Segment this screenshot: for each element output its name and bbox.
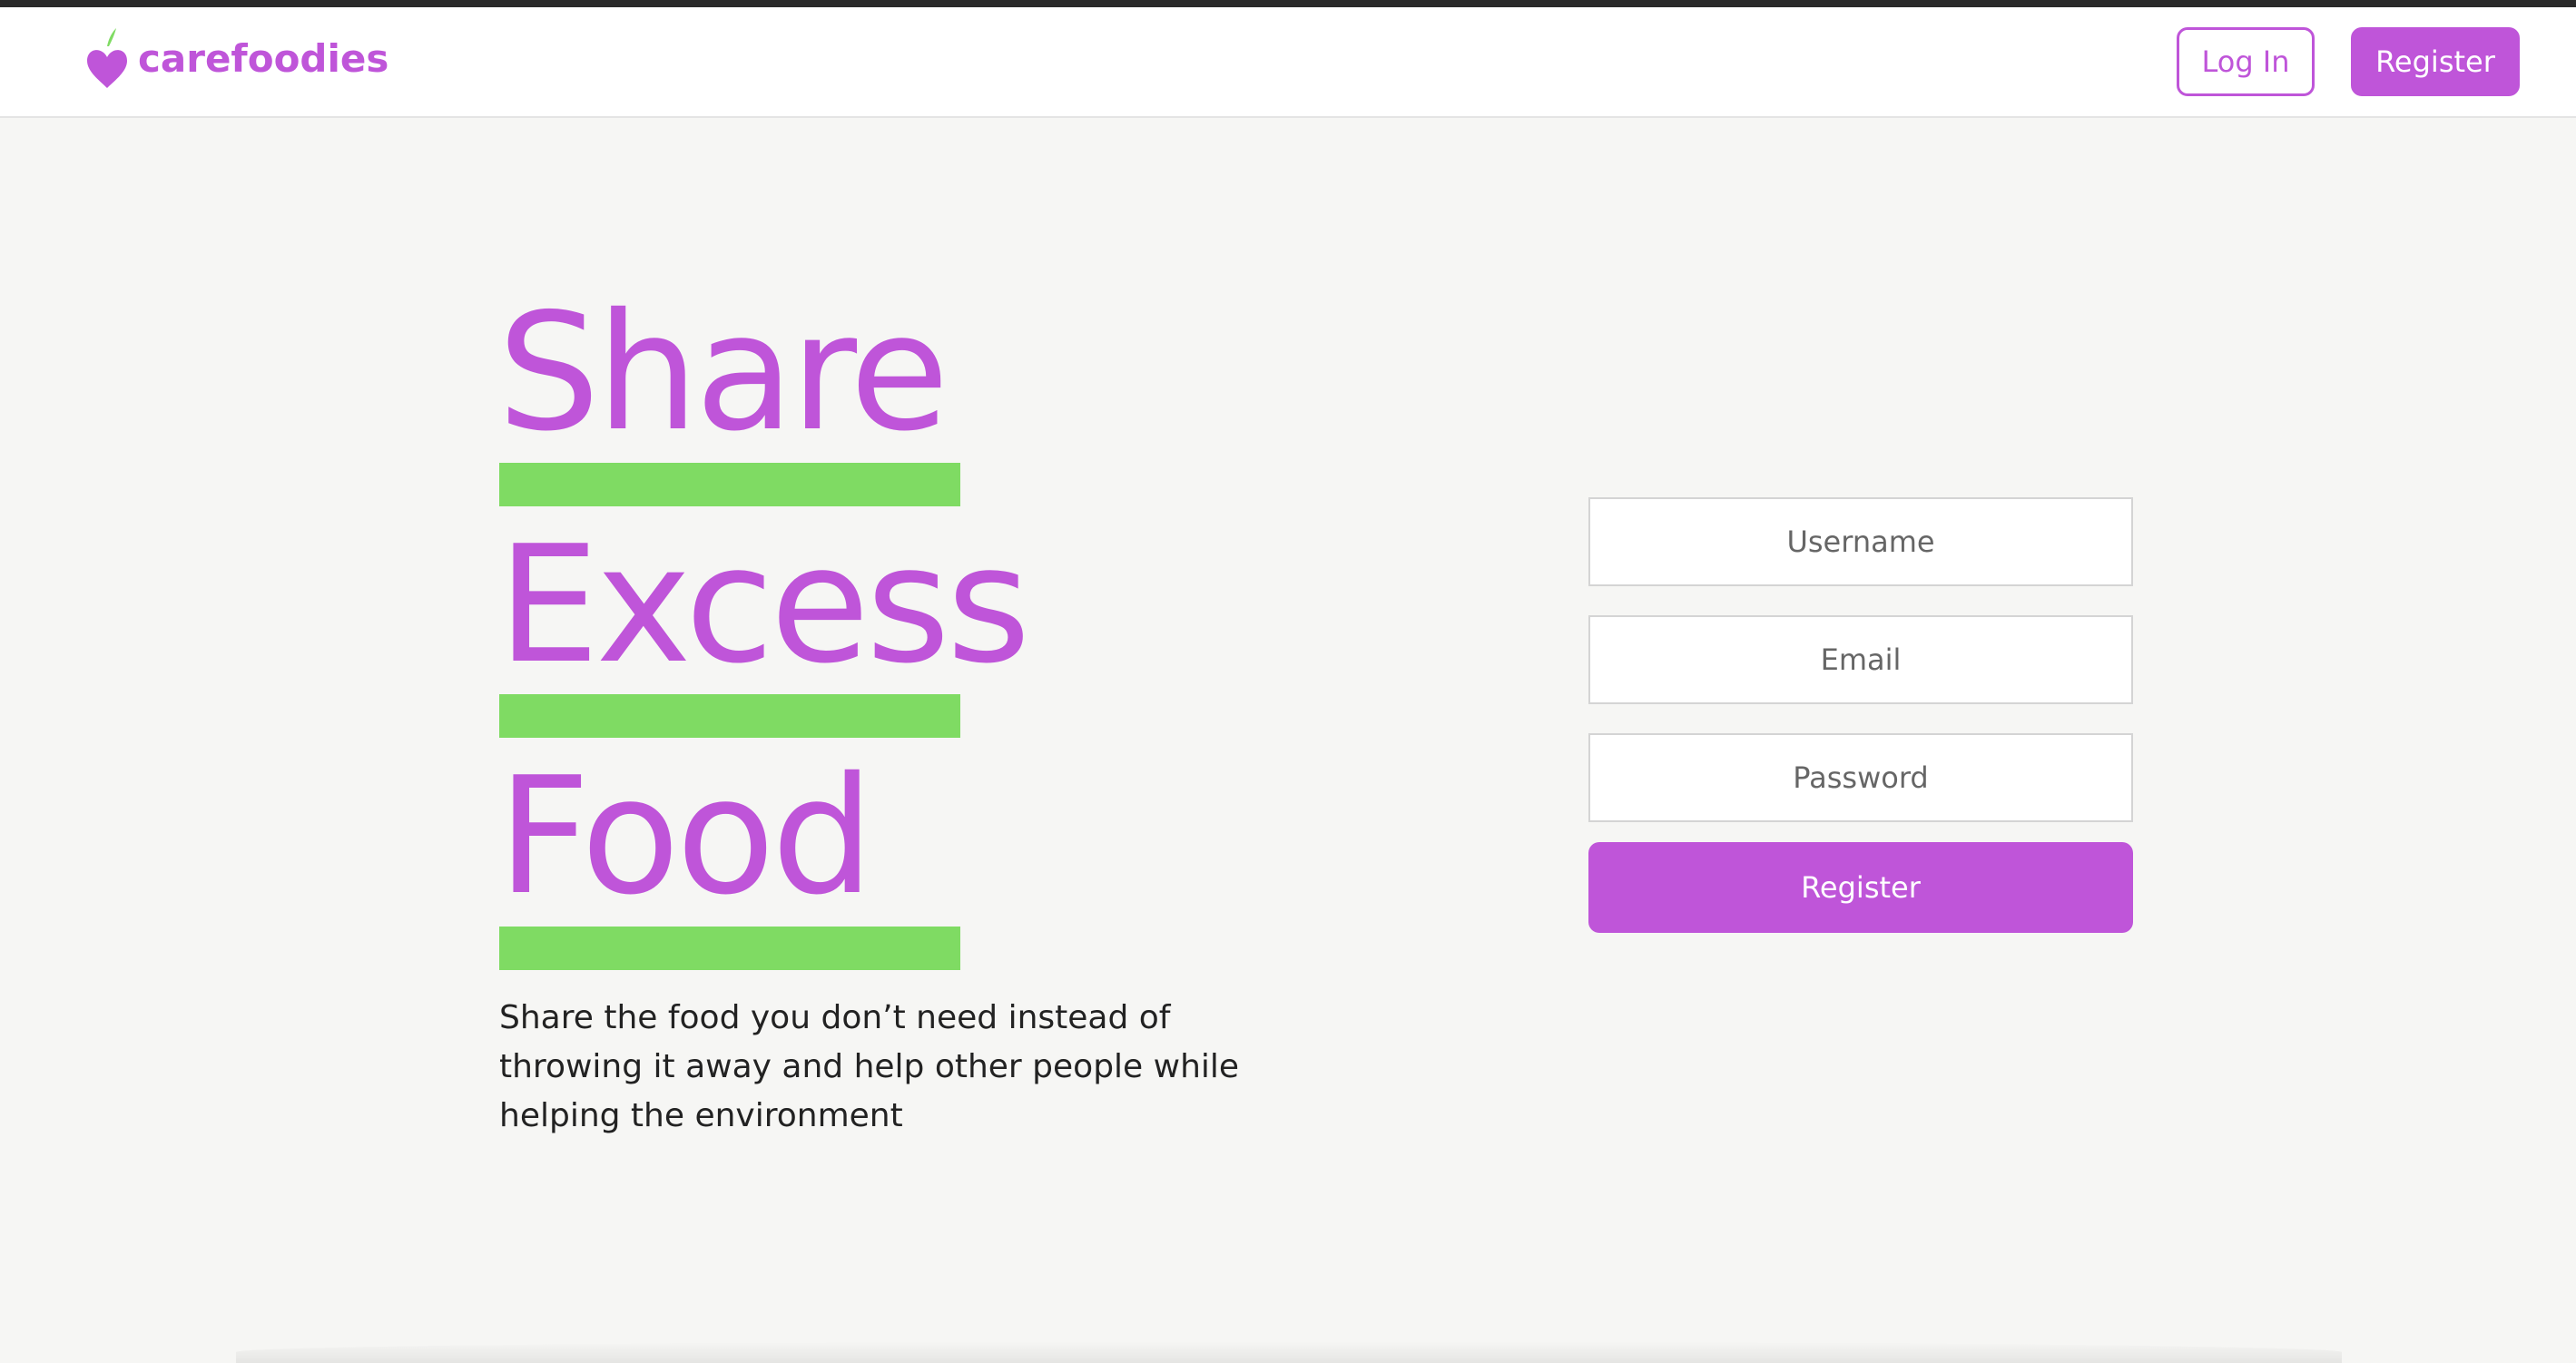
navbar: carefoodies Log In Register [0,7,2576,118]
hero-underline-bar [499,927,960,970]
hero-word-share: Share [497,279,949,466]
heart-apple-icon [87,28,127,88]
register-nav-button[interactable]: Register [2351,27,2520,96]
hero-underline-bar [499,463,960,506]
hero-underline-bar [499,694,960,738]
hero-word-food: Food [497,742,874,930]
window-top-strip [0,0,2576,7]
password-field[interactable] [1588,733,2133,822]
email-field[interactable] [1588,615,2133,704]
login-button[interactable]: Log In [2177,27,2315,96]
register-form: Register [1588,497,2133,933]
username-field[interactable] [1588,497,2133,586]
brand-logo[interactable]: carefoodies [85,22,388,94]
brand-name: carefoodies [138,35,389,81]
register-submit-button[interactable]: Register [1588,842,2133,933]
hero-word-excess: Excess [497,511,1031,699]
hero-tagline: Share the food you don’t need instead of… [499,999,1240,1134]
section-divider-shadow [236,1341,2342,1363]
